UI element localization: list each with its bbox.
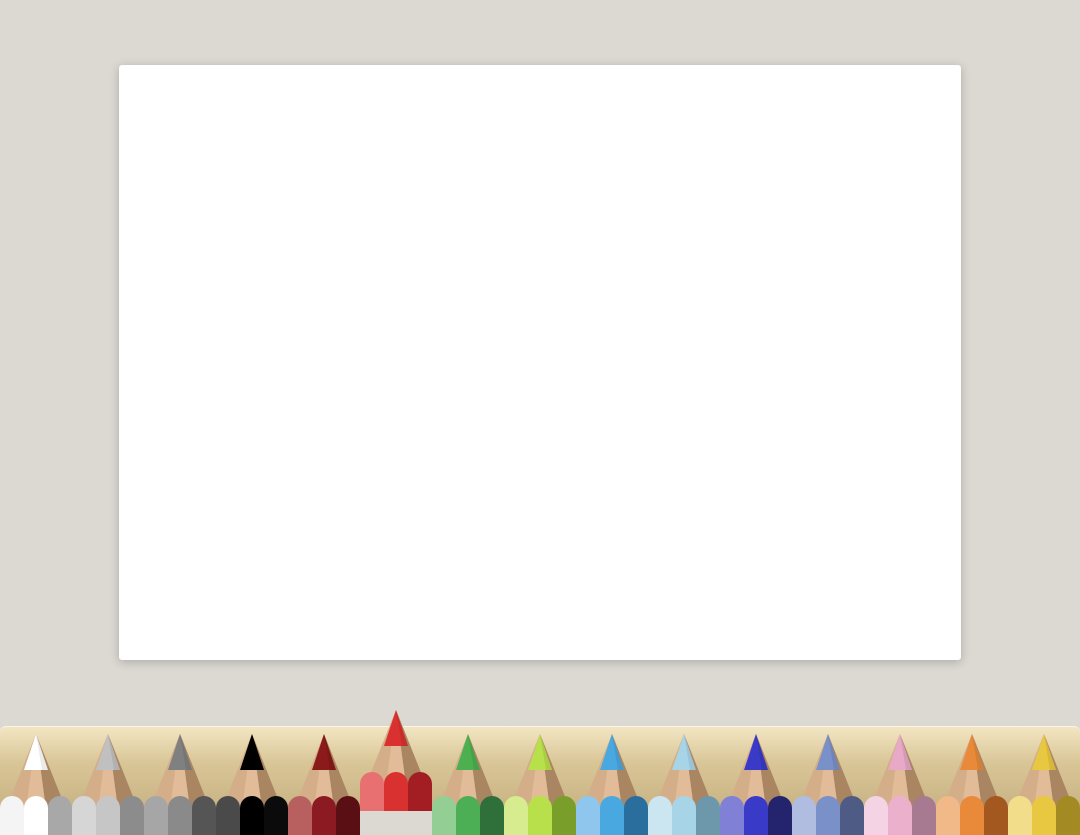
pencil-periwinkle-icon [792,734,864,835]
pencil-orange[interactable] [936,724,1008,835]
pencil-lime-icon [504,734,576,835]
pencil-sky-blue[interactable] [576,724,648,835]
pencil-lime[interactable] [504,724,576,835]
pencil-yellow[interactable] [1008,724,1080,835]
pencil-orange-icon [936,734,1008,835]
pencil-dark-red-icon [288,734,360,835]
pencil-sky-blue-icon [576,734,648,835]
pencil-white[interactable] [0,724,72,835]
pencil-light-gray[interactable] [72,724,144,835]
pencil-blue[interactable] [720,724,792,835]
pencil-white-icon [0,734,72,835]
pencil-gray[interactable] [144,724,216,835]
pencil-light-gray-icon [72,734,144,835]
pencil-light-blue-icon [648,734,720,835]
pencil-light-blue[interactable] [648,724,720,835]
pencil-black[interactable] [216,724,288,835]
pencil-palette [0,700,1080,835]
pencil-red-icon [360,710,432,811]
pencil-green-icon [432,734,504,835]
pencil-yellow-icon [1008,734,1080,835]
pencil-gray-icon [144,734,216,835]
pencil-red[interactable] [360,700,432,811]
pencil-dark-red[interactable] [288,724,360,835]
pencil-black-icon [216,734,288,835]
pencil-pink[interactable] [864,724,936,835]
drawing-canvas[interactable] [119,65,961,660]
pencil-periwinkle[interactable] [792,724,864,835]
pencil-pink-icon [864,734,936,835]
pencil-blue-icon [720,734,792,835]
pencil-green[interactable] [432,724,504,835]
